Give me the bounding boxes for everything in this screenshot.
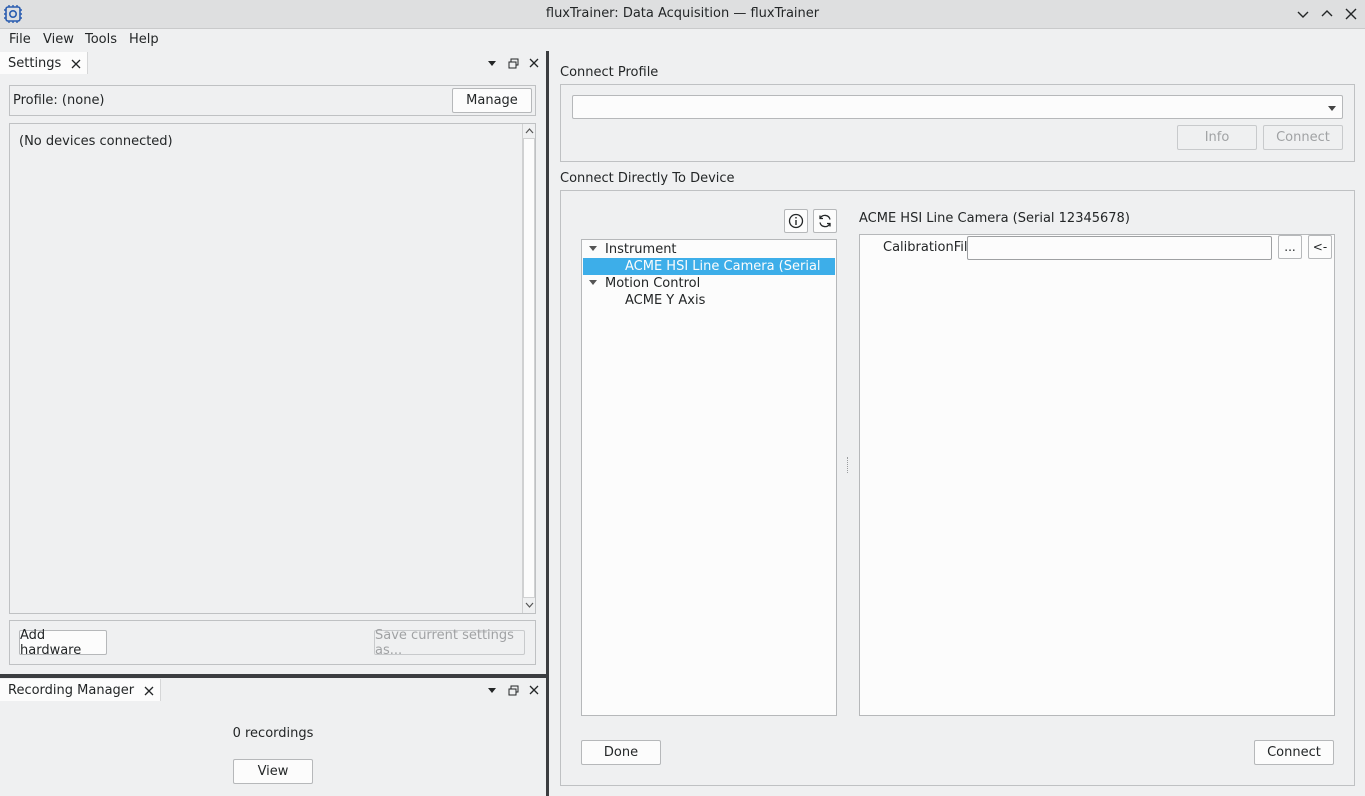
recording-dock-title: Recording Manager: [8, 683, 135, 698]
settings-dock-titlebar: Settings: [0, 52, 546, 74]
close-icon: [1345, 8, 1357, 20]
no-devices-text: (No devices connected): [19, 134, 173, 149]
dock-float-button[interactable]: [506, 683, 520, 697]
manage-button[interactable]: Manage: [452, 88, 532, 113]
recordings-count: 0 recordings: [232, 726, 314, 741]
close-icon: [529, 58, 539, 68]
dock-menu-button[interactable]: [485, 56, 499, 70]
horizontal-splitter[interactable]: [546, 51, 549, 796]
profile-connect-button[interactable]: Connect: [1263, 125, 1343, 150]
menu-file[interactable]: File: [9, 32, 31, 47]
menu-help[interactable]: Help: [129, 32, 159, 47]
tree-group-instrument[interactable]: Instrument: [583, 241, 835, 258]
connect-device-button[interactable]: Connect: [1254, 740, 1334, 765]
device-parameters-panel: CalibrationFile ... <-: [859, 234, 1335, 716]
float-window-icon: [508, 685, 518, 695]
scroll-down-icon[interactable]: [524, 601, 535, 609]
calibration-file-input[interactable]: [967, 236, 1272, 260]
profile-combobox[interactable]: [572, 95, 1343, 119]
connect-direct-heading: Connect Directly To Device: [560, 171, 735, 186]
menu-bar: File View Tools Help: [0, 29, 1365, 51]
triangle-down-icon: [488, 61, 496, 66]
view-recordings-button[interactable]: View: [233, 759, 313, 784]
window-title: fluxTrainer: Data Acquisition — fluxTrai…: [545, 6, 820, 21]
settings-dock-title: Settings: [8, 56, 62, 71]
browse-button[interactable]: ...: [1278, 235, 1302, 259]
tree-group-motion-control[interactable]: Motion Control: [583, 275, 835, 292]
menu-tools[interactable]: Tools: [85, 32, 117, 47]
close-icon[interactable]: [71, 59, 81, 69]
tree-group-label: Motion Control: [605, 276, 701, 291]
scroll-up-icon[interactable]: [524, 127, 535, 135]
dock-float-button[interactable]: [506, 56, 520, 70]
tree-item-y-axis[interactable]: ACME Y Axis: [583, 292, 835, 309]
device-title: ACME HSI Line Camera (Serial 12345678): [859, 211, 1130, 226]
reset-default-button[interactable]: <-: [1308, 235, 1332, 259]
profile-frame: Profile: (none) Manage: [9, 85, 536, 116]
refresh-icon: [819, 214, 831, 228]
connect-profile-heading: Connect Profile: [560, 65, 659, 80]
close-icon: [529, 685, 539, 695]
done-button[interactable]: Done: [581, 740, 661, 765]
triangle-down-icon: [488, 688, 496, 693]
devices-scrollbar[interactable]: [522, 124, 535, 613]
vertical-splitter[interactable]: [0, 674, 546, 678]
chevron-up-icon: [1321, 10, 1333, 17]
settings-actions-frame: Add hardware Save current settings as...: [9, 620, 536, 665]
profile-info-button[interactable]: Info: [1177, 125, 1257, 150]
dock-close-button[interactable]: [527, 56, 541, 70]
menu-view[interactable]: View: [43, 32, 74, 47]
minimize-button[interactable]: [1293, 4, 1313, 24]
maximize-button[interactable]: [1317, 4, 1337, 24]
add-hardware-button[interactable]: Add hardware: [19, 628, 107, 658]
dock-close-button[interactable]: [527, 683, 541, 697]
expand-arrow-icon[interactable]: [589, 280, 597, 285]
expand-arrow-icon[interactable]: [589, 246, 597, 251]
refresh-devices-button[interactable]: [813, 209, 837, 233]
save-settings-button[interactable]: Save current settings as...: [374, 628, 525, 658]
chevron-down-icon: [1297, 11, 1309, 18]
recording-dock-titlebar: Recording Manager: [0, 679, 546, 701]
scroll-track[interactable]: [523, 138, 535, 598]
dock-menu-button[interactable]: [485, 683, 499, 697]
close-window-button[interactable]: [1341, 4, 1361, 24]
close-icon[interactable]: [144, 686, 154, 696]
device-info-button[interactable]: [784, 209, 808, 233]
recording-dock-tab[interactable]: Recording Manager: [0, 679, 162, 701]
profile-label: Profile: (none): [13, 93, 105, 108]
tree-group-label: Instrument: [605, 242, 677, 257]
dropdown-arrow-icon: [1328, 106, 1336, 111]
settings-dock-tab[interactable]: Settings: [0, 52, 89, 74]
tree-item-label: ACME Y Axis: [625, 293, 706, 308]
connect-direct-frame: Instrument ACME HSI Line Camera (Serial …: [560, 190, 1355, 786]
info-icon: [788, 213, 804, 229]
panel-splitter-handle[interactable]: [847, 457, 849, 473]
float-window-icon: [508, 58, 518, 68]
tree-item-hsi-camera[interactable]: ACME HSI Line Camera (Serial 1234...: [583, 258, 835, 289]
title-bar: fluxTrainer: Data Acquisition — fluxTrai…: [0, 0, 1365, 29]
devices-panel: (No devices connected): [9, 123, 536, 614]
device-tree[interactable]: Instrument ACME HSI Line Camera (Serial …: [581, 239, 837, 716]
calibration-file-label: CalibrationFile: [883, 240, 976, 255]
connect-profile-frame: Info Connect: [560, 84, 1355, 162]
